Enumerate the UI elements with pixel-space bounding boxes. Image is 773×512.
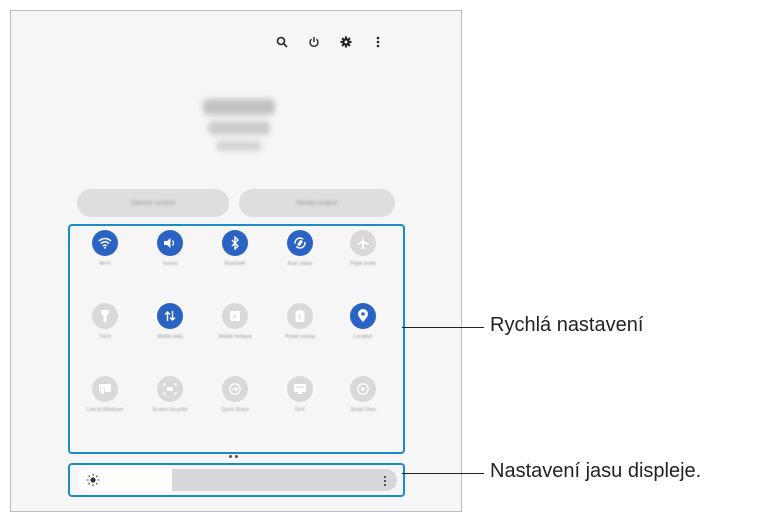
brightness-callout: Nastavení jasu displeje. xyxy=(490,460,702,482)
top-action-bar xyxy=(273,33,387,51)
mobile-data-icon xyxy=(157,303,183,329)
tile-location[interactable]: Location xyxy=(333,303,393,341)
tile-label: Quick Share xyxy=(221,407,249,413)
tile-label: Flight mode xyxy=(349,261,377,267)
auto-rotate-icon xyxy=(287,230,313,256)
brightness-more-icon[interactable] xyxy=(383,474,387,487)
tile-label: Bluetooth xyxy=(224,261,246,267)
quick-settings-callout: Rychlá nastavení xyxy=(490,314,644,336)
tile-label: Mobile Hotspot xyxy=(218,334,252,340)
power-icon[interactable] xyxy=(305,33,323,51)
flashlight-icon xyxy=(92,303,118,329)
tile-label: Torch xyxy=(98,334,112,340)
tile-quick-share[interactable]: Quick Share xyxy=(205,376,265,414)
settings-icon[interactable] xyxy=(337,33,355,51)
dex-icon xyxy=(287,376,313,402)
more-vertical-icon[interactable] xyxy=(369,33,387,51)
brightness-highlight xyxy=(68,463,405,497)
power-saving-icon xyxy=(287,303,313,329)
tile-screen-recorder[interactable]: Screen recorder xyxy=(140,376,200,414)
quick-share-icon xyxy=(222,376,248,402)
link-to-windows-icon xyxy=(92,376,118,402)
quick-settings-leader-line xyxy=(402,327,484,328)
tile-label: Screen recorder xyxy=(152,407,188,413)
tile-label: Power saving xyxy=(284,334,315,340)
clock-date-block xyxy=(199,99,279,151)
tile-bluetooth[interactable]: Bluetooth xyxy=(205,230,265,268)
tile-torch[interactable]: Torch xyxy=(75,303,135,341)
bluetooth-icon xyxy=(222,230,248,256)
tile-label: Sound xyxy=(162,261,178,267)
sound-icon xyxy=(157,230,183,256)
tile-wifi[interactable]: Wi-Fi xyxy=(75,230,135,268)
tile-dex[interactable]: DeX xyxy=(270,376,330,414)
sun-icon xyxy=(86,473,100,487)
wifi-icon xyxy=(92,230,118,256)
device-control-button[interactable]: Device control xyxy=(77,189,229,217)
tile-label: Wi-Fi xyxy=(99,261,111,267)
tile-label: Smart View xyxy=(350,407,376,413)
tile-label: Location xyxy=(353,334,373,340)
device-control-label: Device control xyxy=(130,199,176,207)
brightness-leader-line xyxy=(402,473,484,474)
page-indicator xyxy=(229,455,238,458)
brightness-slider[interactable] xyxy=(76,469,397,491)
tile-flight-mode[interactable]: Flight mode xyxy=(333,230,393,268)
media-output-button[interactable]: Media output xyxy=(239,189,395,217)
tile-label: Link to Windows xyxy=(86,407,124,413)
search-icon[interactable] xyxy=(273,33,291,51)
media-output-label: Media output xyxy=(296,199,338,207)
tile-power-saving[interactable]: Power saving xyxy=(270,303,330,341)
tile-label: Auto rotate xyxy=(287,261,313,267)
location-icon xyxy=(350,303,376,329)
tile-label: Mobile data xyxy=(157,334,183,340)
tile-smart-view[interactable]: Smart View xyxy=(333,376,393,414)
tile-sound[interactable]: Sound xyxy=(140,230,200,268)
tile-auto-rotate[interactable]: Auto rotate xyxy=(270,230,330,268)
airplane-icon xyxy=(350,230,376,256)
tile-link-to-windows[interactable]: Link to Windows xyxy=(75,376,135,414)
tile-label: DeX xyxy=(295,407,305,413)
screen-recorder-icon xyxy=(157,376,183,402)
tile-mobile-hotspot[interactable]: Mobile Hotspot xyxy=(205,303,265,341)
hotspot-icon xyxy=(222,303,248,329)
tablet-screen: Device control Media output Wi-Fi Sound … xyxy=(10,10,462,512)
tile-mobile-data[interactable]: Mobile data xyxy=(140,303,200,341)
smart-view-icon xyxy=(350,376,376,402)
